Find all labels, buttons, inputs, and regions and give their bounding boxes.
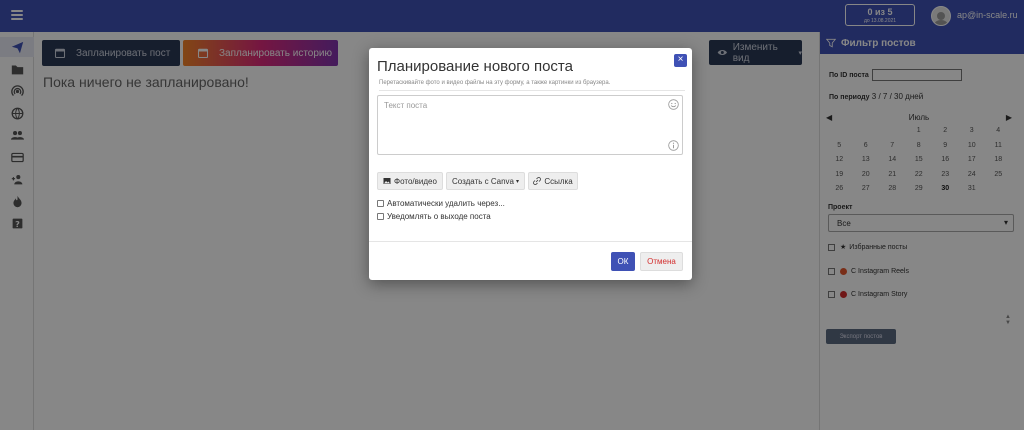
cancel-label: Отмена — [647, 257, 676, 266]
image-icon — [383, 178, 391, 184]
post-text-input[interactable]: Текст поста — [377, 95, 683, 155]
ok-label: ОК — [617, 257, 629, 266]
notify-label: Уведомлять о выходе поста — [387, 212, 491, 221]
notify-checkbox[interactable] — [377, 213, 384, 220]
cancel-button[interactable]: Отмена — [640, 252, 683, 271]
notify-option[interactable]: Уведомлять о выходе поста — [377, 212, 491, 221]
modal-title: Планирование нового поста — [377, 58, 573, 75]
caret-down-icon: ▾ — [515, 178, 519, 185]
photo-video-label: Фото/видео — [394, 176, 437, 186]
new-post-modal: Планирование нового поста × Перетаскивай… — [369, 48, 692, 280]
post-text-placeholder: Текст поста — [384, 101, 428, 110]
info-icon[interactable] — [668, 140, 679, 151]
auto-delete-checkbox[interactable] — [377, 200, 384, 207]
link-icon — [533, 177, 542, 185]
link-label: Ссылка — [544, 176, 573, 186]
photo-video-button[interactable]: Фото/видео — [377, 172, 443, 190]
modal-divider — [369, 241, 692, 242]
ok-button[interactable]: ОК — [611, 252, 635, 271]
close-icon[interactable]: × — [674, 54, 687, 67]
auto-delete-option[interactable]: Автоматически удалить через... — [377, 199, 505, 208]
auto-delete-label: Автоматически удалить через... — [387, 199, 505, 208]
canva-label: Создать с Canva — [452, 176, 514, 186]
canva-button[interactable]: Создать с Canva ▾ — [446, 172, 525, 190]
link-button[interactable]: Ссылка — [528, 172, 578, 190]
drop-hint: Перетаскивайте фото и видео файлы на эту… — [379, 80, 685, 91]
emoji-icon[interactable] — [668, 99, 679, 110]
